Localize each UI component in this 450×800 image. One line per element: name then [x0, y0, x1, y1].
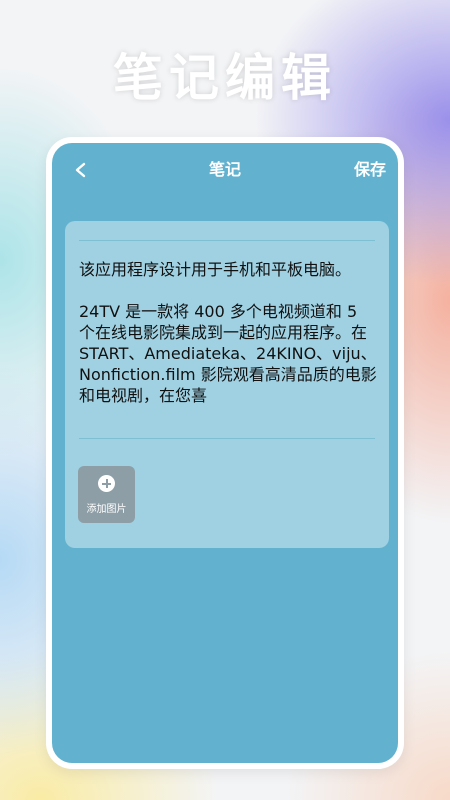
plus-circle-icon — [98, 475, 115, 492]
note-card: 该应用程序设计用于手机和平板电脑。 24TV 是一款将 400 多个电视频道和 … — [65, 221, 389, 548]
app-screen: 笔记 保存 该应用程序设计用于手机和平板电脑。 24TV 是一款将 400 多个… — [52, 143, 398, 763]
note-content-editor[interactable]: 该应用程序设计用于手机和平板电脑。 24TV 是一款将 400 多个电视频道和 … — [79, 259, 377, 427]
save-button[interactable]: 保存 — [354, 143, 386, 197]
chevron-left-icon — [66, 155, 96, 185]
page-title: 笔记 — [208, 160, 241, 179]
add-image-button[interactable]: 添加图片 — [78, 466, 135, 523]
divider-top — [79, 240, 375, 241]
divider-bottom — [79, 438, 375, 439]
back-button[interactable] — [66, 155, 96, 185]
add-image-label: 添加图片 — [86, 504, 127, 515]
promo-headline: 笔记编辑 — [113, 49, 337, 107]
top-bar: 笔记 保存 — [52, 143, 398, 197]
